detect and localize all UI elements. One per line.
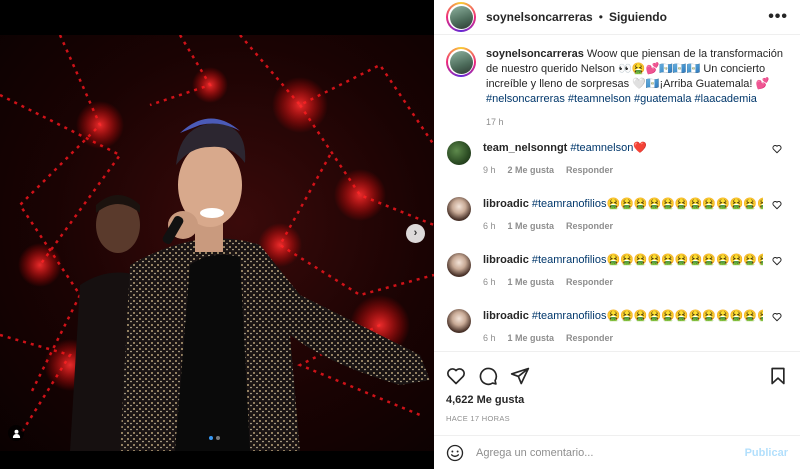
- emoji-icon[interactable]: [446, 444, 464, 462]
- publish-button[interactable]: Publicar: [745, 447, 788, 459]
- commenter-avatar[interactable]: [447, 309, 471, 333]
- instagram-post-modal: › soynelsoncarreras • Siguiendo ••• soyn…: [0, 0, 800, 469]
- comment-body: libroadic#teamranofilios🤮🤮🤮🤮🤮🤮🤮🤮🤮🤮🤮🤮🤮🤮🤮🤮…: [483, 309, 763, 351]
- post-time-ago: HACE 17 HORAS: [446, 414, 510, 423]
- avatar-image: [449, 50, 473, 74]
- comment-list: team_nelsonngt #teamnelson❤️ 9 h 2 Me gusta…: [446, 141, 788, 351]
- comment-like-count[interactable]: 1 Me gusta: [508, 221, 555, 231]
- post-details-panel: soynelsoncarreras • Siguiendo ••• soynel…: [434, 0, 800, 469]
- caption-author-avatar[interactable]: [446, 47, 476, 77]
- comment-meta: 6 h 1 Me gusta Responder: [483, 221, 763, 231]
- action-icon-row: [434, 352, 800, 390]
- comment-text: #teamranofilios🤮🤮🤮🤮🤮🤮🤮🤮🤮🤮🤮🤮🤮🤮🤮🤮: [531, 198, 763, 210]
- bookmark-icon[interactable]: [768, 366, 788, 386]
- comment-like-count[interactable]: 1 Me gusta: [508, 277, 555, 287]
- following-button[interactable]: Siguiendo: [609, 10, 667, 24]
- caption: soynelsoncarreras Woow que piensan de la…: [446, 47, 788, 107]
- reply-button[interactable]: Responder: [566, 221, 613, 231]
- post-actions: 4,622 Me gusta HACE 17 HORAS Publicar: [434, 351, 800, 469]
- user-tags-button[interactable]: [8, 425, 24, 441]
- comment-body: team_nelsonngt #teamnelson❤️ 9 h 2 Me gusta…: [483, 141, 763, 183]
- caption-username[interactable]: soynelsoncarreras: [486, 48, 584, 60]
- like-count[interactable]: 4,622 Me gusta: [434, 390, 800, 406]
- comment-time: 6 h: [483, 333, 496, 343]
- add-comment-bar: Publicar: [434, 435, 800, 469]
- comment-input[interactable]: [476, 446, 726, 459]
- reply-button[interactable]: Responder: [566, 277, 613, 287]
- comment-row: libroadic#teamranofilios🤮🤮🤮🤮🤮🤮🤮🤮🤮🤮🤮🤮🤮🤮🤮🤮…: [446, 197, 788, 239]
- commenter-avatar[interactable]: [447, 197, 471, 221]
- comment-row: libroadic#teamranofilios🤮🤮🤮🤮🤮🤮🤮🤮🤮🤮🤮🤮🤮🤮🤮🤮…: [446, 309, 788, 351]
- comment-body: libroadic#teamranofilios🤮🤮🤮🤮🤮🤮🤮🤮🤮🤮🤮🤮🤮🤮🤮🤮…: [483, 197, 763, 239]
- commenter-avatar[interactable]: [447, 141, 471, 165]
- post-header: soynelsoncarreras • Siguiendo •••: [434, 0, 800, 35]
- author-username[interactable]: soynelsoncarreras: [486, 10, 593, 24]
- carousel-dot: [209, 436, 213, 440]
- comment-meta: 9 h 2 Me gusta Responder: [483, 165, 763, 175]
- caption-text-block: soynelsoncarreras Woow que piensan de la…: [486, 47, 784, 107]
- commenter-username[interactable]: libroadic: [483, 254, 529, 266]
- comment-text-line: libroadic#teamranofilios🤮🤮🤮🤮🤮🤮🤮🤮🤮🤮🤮🤮🤮🤮🤮🤮: [483, 309, 763, 323]
- comment-text: #teamranofilios🤮🤮🤮🤮🤮🤮🤮🤮🤮🤮🤮🤮🤮🤮🤮🤮: [531, 254, 763, 266]
- next-slide-button[interactable]: ›: [406, 224, 425, 243]
- comments-feed[interactable]: soynelsoncarreras Woow que piensan de la…: [434, 35, 800, 351]
- comment-time: 9 h: [483, 165, 496, 175]
- share-icon[interactable]: [510, 366, 530, 386]
- chevron-right-icon: ›: [413, 227, 418, 239]
- carousel-indicator: [209, 436, 220, 440]
- caption-hashtags[interactable]: #nelsoncarreras #teamnelson #guatemala #…: [486, 93, 757, 105]
- comment-text-line: libroadic#teamranofilios🤮🤮🤮🤮🤮🤮🤮🤮🤮🤮🤮🤮🤮🤮🤮🤮: [483, 253, 763, 267]
- comment-heart-icon[interactable]: [772, 144, 782, 154]
- comment-icon[interactable]: [478, 366, 498, 386]
- comment-body: libroadic#teamranofilios🤮🤮🤮🤮🤮🤮🤮🤮🤮🤮🤮🤮🤮🤮🤮🤮…: [483, 253, 763, 295]
- comment-heart-icon[interactable]: [772, 312, 782, 322]
- author-avatar[interactable]: [446, 2, 476, 32]
- commenter-avatar[interactable]: [447, 253, 471, 277]
- comment-like-count[interactable]: 2 Me gusta: [508, 165, 555, 175]
- commenter-username[interactable]: libroadic: [483, 198, 529, 210]
- comment-like-count[interactable]: 1 Me gusta: [508, 333, 555, 343]
- comment-row: team_nelsonngt #teamnelson❤️ 9 h 2 Me gusta…: [446, 141, 788, 183]
- comment-text: #teamnelson❤️: [570, 142, 648, 154]
- comment-meta: 6 h 1 Me gusta Responder: [483, 333, 763, 343]
- comment-time: 6 h: [483, 221, 496, 231]
- comment-meta: 6 h 1 Me gusta Responder: [483, 277, 763, 287]
- stage-photo-illustration: [0, 35, 434, 451]
- reply-button[interactable]: Responder: [566, 165, 613, 175]
- comment-row: libroadic#teamranofilios🤮🤮🤮🤮🤮🤮🤮🤮🤮🤮🤮🤮🤮🤮🤮🤮…: [446, 253, 788, 295]
- comment-text-line: libroadic#teamranofilios🤮🤮🤮🤮🤮🤮🤮🤮🤮🤮🤮🤮🤮🤮🤮🤮: [483, 197, 763, 211]
- comment-time: 6 h: [483, 277, 496, 287]
- heart-icon[interactable]: [446, 366, 466, 386]
- comment-heart-icon[interactable]: [772, 200, 782, 210]
- post-media: ›: [0, 0, 434, 469]
- commenter-username[interactable]: libroadic: [483, 310, 529, 322]
- user-tag-icon: [12, 429, 20, 438]
- post-photo[interactable]: [0, 35, 434, 451]
- comment-text-line: team_nelsonngt #teamnelson❤️: [483, 141, 763, 155]
- comment-heart-icon[interactable]: [772, 256, 782, 266]
- comment-text: #teamranofilios🤮🤮🤮🤮🤮🤮🤮🤮🤮🤮🤮🤮🤮🤮🤮🤮: [531, 310, 763, 322]
- caption-timestamp: 17 h: [486, 117, 504, 127]
- more-icon[interactable]: •••: [768, 8, 788, 26]
- avatar-image: [449, 5, 473, 29]
- singer: [120, 118, 430, 451]
- separator-dot: •: [598, 10, 603, 24]
- carousel-dot: [216, 436, 220, 440]
- reply-button[interactable]: Responder: [566, 333, 613, 343]
- commenter-username[interactable]: team_nelsonngt: [483, 142, 567, 154]
